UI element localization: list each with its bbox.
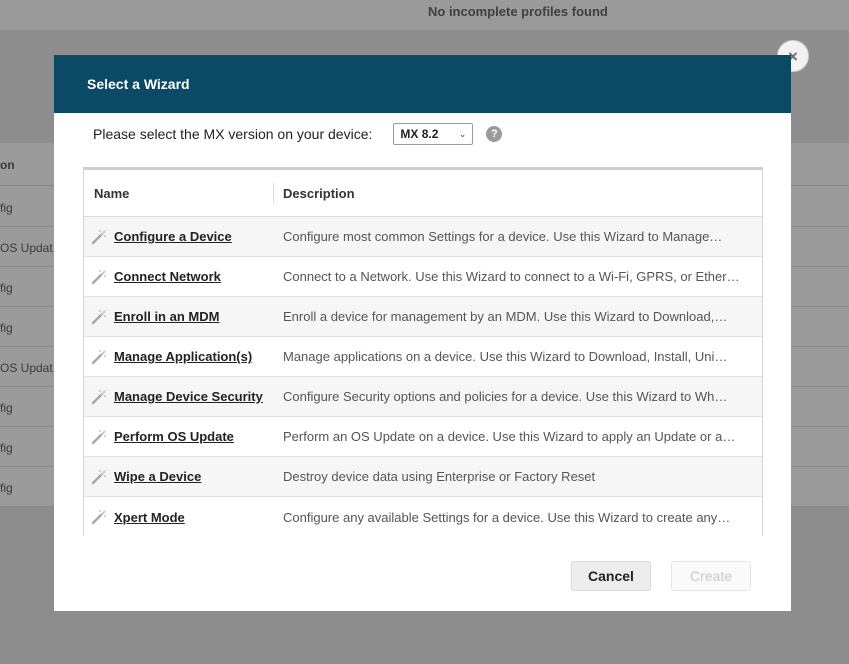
wizard-row[interactable]: Wipe a Device Destroy device data using E… [84,457,762,497]
wizard-link[interactable]: Manage Application(s) [114,349,252,364]
background-row-text: fig [0,201,13,215]
wizard-link[interactable]: Manage Device Security [114,389,263,404]
wizard-row[interactable]: Manage Device Security Configure Security… [84,377,762,417]
wizard-link[interactable]: Connect Network [114,269,221,284]
wizard-description: Enroll a device for management by an MDM… [283,309,728,324]
wizard-description: Configure Security options and policies … [283,389,728,404]
wizard-row[interactable]: Manage Application(s) Manage applications… [84,337,762,377]
wizard-row[interactable]: Perform OS Update Perform an OS Update on… [84,417,762,457]
column-header-name: Name [84,183,274,203]
dialog-title: Select a Wizard [87,76,190,92]
wizard-description: Configure most common Settings for a dev… [283,229,723,244]
chevron-down-icon: ⌄ [458,128,467,139]
wizard-description: Configure any available Settings for a d… [283,509,731,525]
wizard-link[interactable]: Wipe a Device [114,469,201,484]
background-banner [0,0,849,30]
magic-wand-icon [91,349,107,365]
magic-wand-icon [91,509,107,525]
wizard-name-cell: Enroll in an MDM [84,309,283,325]
wizard-link[interactable]: Xpert Mode [114,510,185,525]
background-column-header: on [0,158,15,172]
wizard-row[interactable]: Xpert Mode Configure any available Settin… [84,497,762,537]
wizard-link[interactable]: Configure a Device [114,229,232,244]
wizard-name-cell: Xpert Mode [84,509,283,525]
wizard-row[interactable]: Connect Network Connect to a Network. Use… [84,257,762,297]
magic-wand-icon [91,469,107,485]
wizard-row[interactable]: Configure a Device Configure most common … [84,217,762,257]
magic-wand-icon [91,309,107,325]
background-row-text: OS Updat [0,241,53,255]
wizard-row[interactable]: Enroll in an MDM Enroll a device for mana… [84,297,762,337]
wizard-description: Manage applications on a device. Use thi… [283,349,728,364]
mx-version-select[interactable]: MX 8.2 ⌄ [393,123,474,145]
help-icon[interactable]: ? [486,126,503,142]
mx-version-value: MX 8.2 [400,127,439,141]
select-wizard-dialog: Select a Wizard Please select the MX ver… [54,55,791,611]
wizard-description: Connect to a Network. Use this Wizard to… [283,269,740,284]
background-row-text: fig [0,401,13,415]
wizard-link[interactable]: Enroll in an MDM [114,309,219,324]
wizard-table: Name Description Configure a Device Confi… [83,167,763,537]
no-profiles-message: No incomplete profiles found [428,4,608,19]
help-icon-glyph: ? [491,128,498,140]
create-button[interactable]: Create [671,561,751,591]
magic-wand-icon [91,229,107,245]
dialog-header: Select a Wizard [54,55,791,113]
background-row-text: fig [0,281,13,295]
background-row-text: fig [0,441,13,455]
magic-wand-icon [91,389,107,405]
mx-version-row: Please select the MX version on your dev… [93,123,503,145]
background-row-text: OS Updat [0,361,53,375]
wizard-name-cell: Connect Network [84,269,283,285]
wizard-name-cell: Wipe a Device [84,469,283,485]
wizard-description: Perform an OS Update on a device. Use th… [283,429,736,444]
column-header-description: Description [283,185,355,201]
background-row-text: fig [0,481,13,495]
mx-version-label: Please select the MX version on your dev… [93,126,373,142]
wizard-link[interactable]: Perform OS Update [114,429,234,444]
wizard-name-cell: Manage Device Security [84,389,283,405]
wizard-name-cell: Configure a Device [84,229,283,245]
wizard-table-header: Name Description [84,170,762,217]
magic-wand-icon [91,429,107,445]
wizard-name-cell: Manage Application(s) [84,349,283,365]
wizard-name-cell: Perform OS Update [84,429,283,445]
background-row-text: fig [0,321,13,335]
cancel-button[interactable]: Cancel [571,561,651,591]
wizard-description: Destroy device data using Enterprise or … [283,469,596,484]
magic-wand-icon [91,269,107,285]
